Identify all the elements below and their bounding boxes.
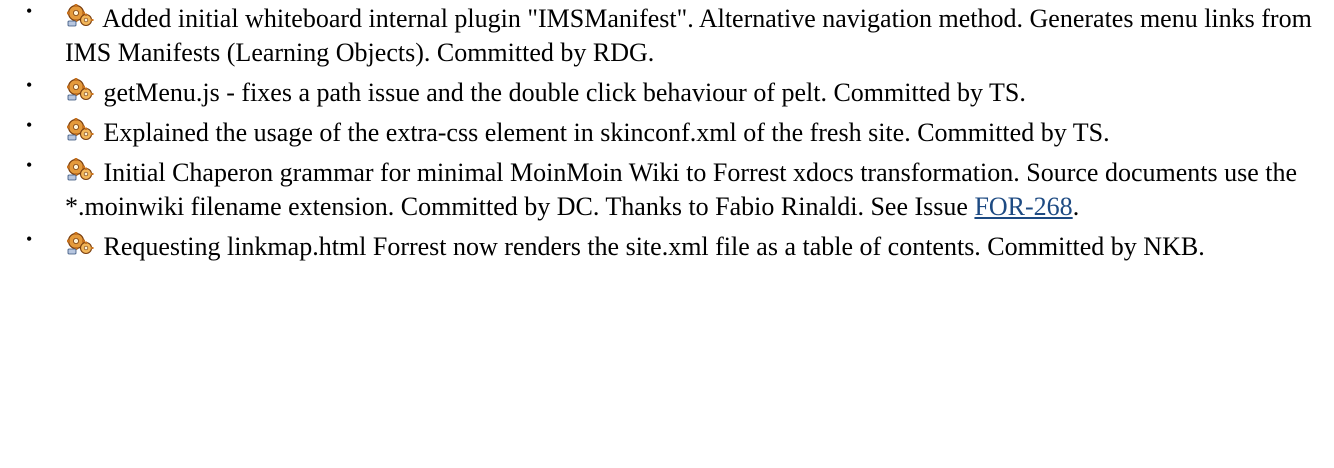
change-text-suffix: .	[1072, 192, 1080, 221]
change-text: Explained the usage of the extra-css ele…	[103, 118, 1110, 147]
changes-list: • Added initial whiteboard internal plug…	[0, 2, 1334, 264]
list-item: • Explained the usage of the extra-css e…	[0, 116, 1334, 150]
bullet: •	[26, 115, 33, 135]
bullet: •	[26, 1, 33, 21]
gears-icon	[65, 4, 95, 28]
issue-link-for-268[interactable]: FOR-268	[974, 192, 1072, 221]
gears-icon	[65, 232, 95, 256]
change-text: getMenu.js - fixes a path issue and the …	[103, 78, 1026, 107]
gears-icon	[65, 78, 95, 102]
change-text: Added initial whiteboard internal plugin…	[65, 4, 1312, 67]
bullet: •	[26, 75, 33, 95]
list-item: • Requesting linkmap.html Forrest now re…	[0, 230, 1334, 264]
change-text: Requesting linkmap.html Forrest now rend…	[103, 232, 1205, 261]
list-item: • Added initial whiteboard internal plug…	[0, 2, 1334, 70]
gears-icon	[65, 158, 95, 182]
bullet: •	[26, 229, 33, 249]
gears-icon	[65, 118, 95, 142]
change-text: Initial Chaperon grammar for minimal Moi…	[65, 158, 1298, 221]
list-item: • getMenu.js - fixes a path issue and th…	[0, 76, 1334, 110]
bullet: •	[26, 155, 33, 175]
list-item: • Initial Chaperon grammar for minimal M…	[0, 156, 1334, 224]
